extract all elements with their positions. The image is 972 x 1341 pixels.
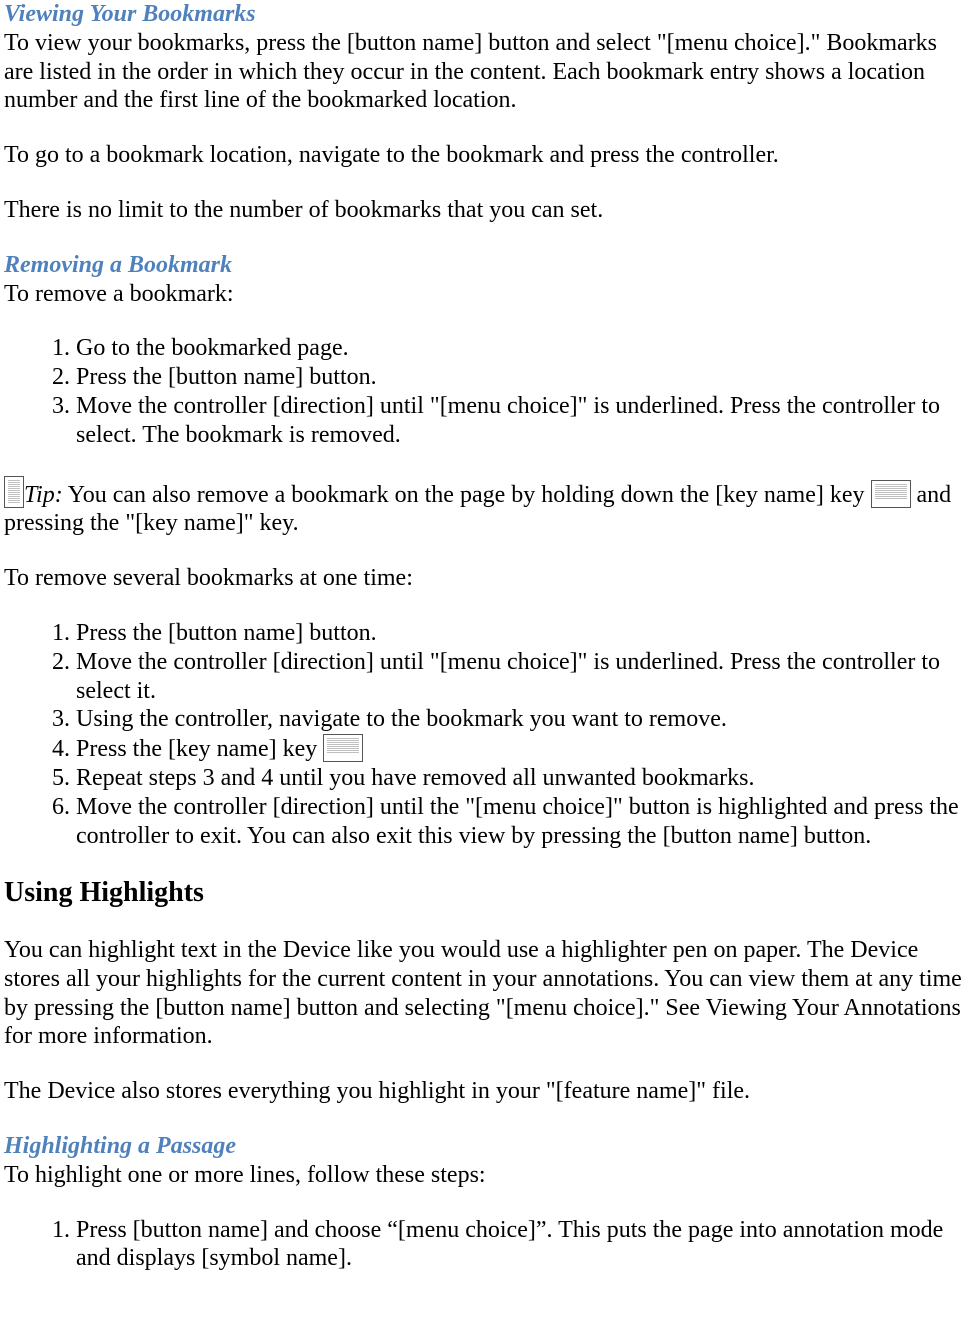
list-item: Using the controller, navigate to the bo… <box>76 705 968 734</box>
paragraph-highlighting-intro: To highlight one or more lines, follow t… <box>4 1161 968 1190</box>
tip-paragraph: Tip: You can also remove a bookmark on t… <box>4 476 968 539</box>
heading-using-highlights: Using Highlights <box>4 876 968 910</box>
several-steps-list: Press the [button name] button. Move the… <box>4 619 968 850</box>
heading-removing-bookmark: Removing a Bookmark <box>4 251 968 280</box>
document-body: Viewing Your Bookmarks To view your book… <box>4 0 968 1273</box>
list-item: Press the [button name] button. <box>76 363 968 392</box>
remove-steps-list: Go to the bookmarked page. Press the [bu… <box>4 334 968 449</box>
paragraph-viewing-3: There is no limit to the number of bookm… <box>4 196 968 225</box>
key-icon <box>323 734 363 762</box>
key-icon <box>4 476 24 508</box>
list-item: Press [button name] and choose “[menu ch… <box>76 1216 968 1274</box>
paragraph-viewing-2: To go to a bookmark location, navigate t… <box>4 141 968 170</box>
heading-highlighting-passage: Highlighting a Passage <box>4 1132 968 1161</box>
list-item: Press the [button name] button. <box>76 619 968 648</box>
list-item: Go to the bookmarked page. <box>76 334 968 363</box>
list-item: Move the controller [direction] until "[… <box>76 648 968 706</box>
list-item: Repeat steps 3 and 4 until you have remo… <box>76 764 968 793</box>
step-4-text: Press the [key name] key <box>76 736 323 762</box>
tip-text-a: You can also remove a bookmark on the pa… <box>63 482 871 508</box>
paragraph-highlights-2: The Device also stores everything you hi… <box>4 1077 968 1106</box>
highlighting-steps-list: Press [button name] and choose “[menu ch… <box>4 1216 968 1274</box>
list-item: Press the [key name] key <box>76 734 968 764</box>
list-item: Move the controller [direction] until th… <box>76 793 968 851</box>
paragraph-remove-intro: To remove a bookmark: <box>4 280 968 309</box>
heading-viewing-bookmarks: Viewing Your Bookmarks <box>4 0 968 29</box>
paragraph-several-intro: To remove several bookmarks at one time: <box>4 564 968 593</box>
key-icon <box>871 480 911 508</box>
paragraph-highlights-1: You can highlight text in the Device lik… <box>4 936 968 1051</box>
paragraph-viewing-1: To view your bookmarks, press the [butto… <box>4 29 968 115</box>
list-item: Move the controller [direction] until "[… <box>76 392 968 450</box>
tip-label: Tip: <box>24 482 63 508</box>
